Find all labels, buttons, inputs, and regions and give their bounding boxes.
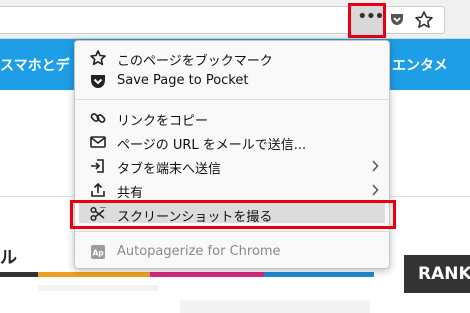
- menu-separator: [75, 99, 391, 100]
- menu-item-label: Autopagerize for Chrome: [117, 244, 281, 259]
- nav-item[interactable]: スマホとデ: [0, 55, 70, 75]
- annotation-highlight-box: [70, 200, 396, 229]
- menu-item-label: リンクをコピー: [117, 114, 209, 129]
- menu-separator: [75, 231, 391, 232]
- ellipsis-icon: •••: [357, 6, 385, 27]
- menu-item-label: Save Page to Pocket: [117, 73, 249, 88]
- color-bar: [38, 272, 150, 277]
- section-heading: ル: [0, 248, 17, 268]
- menu-item-label: ページの URL をメールで送信...: [117, 138, 307, 153]
- menu-item-send-tab[interactable]: タブを端末へ送信: [75, 155, 391, 177]
- color-bar: [264, 272, 374, 277]
- send-to-device-icon: [91, 159, 104, 173]
- chevron-right-icon: [372, 160, 379, 172]
- menu-item-autopagerize: Ap Autopagerize for Chrome: [75, 241, 391, 263]
- extension-icon: Ap: [91, 245, 105, 259]
- share-icon: [91, 182, 105, 197]
- menu-item-share[interactable]: 共有: [75, 179, 391, 201]
- page-actions-button[interactable]: •••: [348, 3, 386, 38]
- link-icon: [90, 113, 106, 123]
- mail-icon: [90, 136, 106, 148]
- content-placeholder: [38, 285, 158, 291]
- ranking-heading: RANK: [404, 255, 470, 293]
- browser-toolbar: •••: [0, 0, 470, 39]
- color-bar: [150, 272, 264, 277]
- page-actions-menu: このページをブックマーク Save Page to Pocket リンクをコピー…: [74, 40, 391, 269]
- star-icon[interactable]: [414, 10, 434, 30]
- nav-item[interactable]: エンタメ: [392, 55, 448, 75]
- pocket-icon[interactable]: [390, 13, 404, 26]
- menu-item-pocket[interactable]: Save Page to Pocket: [75, 70, 391, 92]
- menu-item-email-link[interactable]: ページの URL をメールで送信...: [75, 131, 391, 153]
- menu-item-copy-link[interactable]: リンクをコピー: [75, 107, 391, 129]
- category-color-bars: [0, 272, 374, 277]
- svg-text:Ap: Ap: [93, 249, 105, 258]
- content-placeholder: [180, 300, 370, 313]
- menu-item-label: 共有: [117, 186, 144, 201]
- chevron-right-icon: [372, 184, 379, 196]
- menu-item-label: このページをブックマーク: [117, 54, 273, 69]
- color-bar: [0, 272, 38, 277]
- star-icon: [90, 50, 106, 66]
- menu-item-label: タブを端末へ送信: [117, 162, 222, 177]
- menu-item-bookmark[interactable]: このページをブックマーク: [75, 47, 391, 69]
- pocket-icon: [91, 75, 105, 88]
